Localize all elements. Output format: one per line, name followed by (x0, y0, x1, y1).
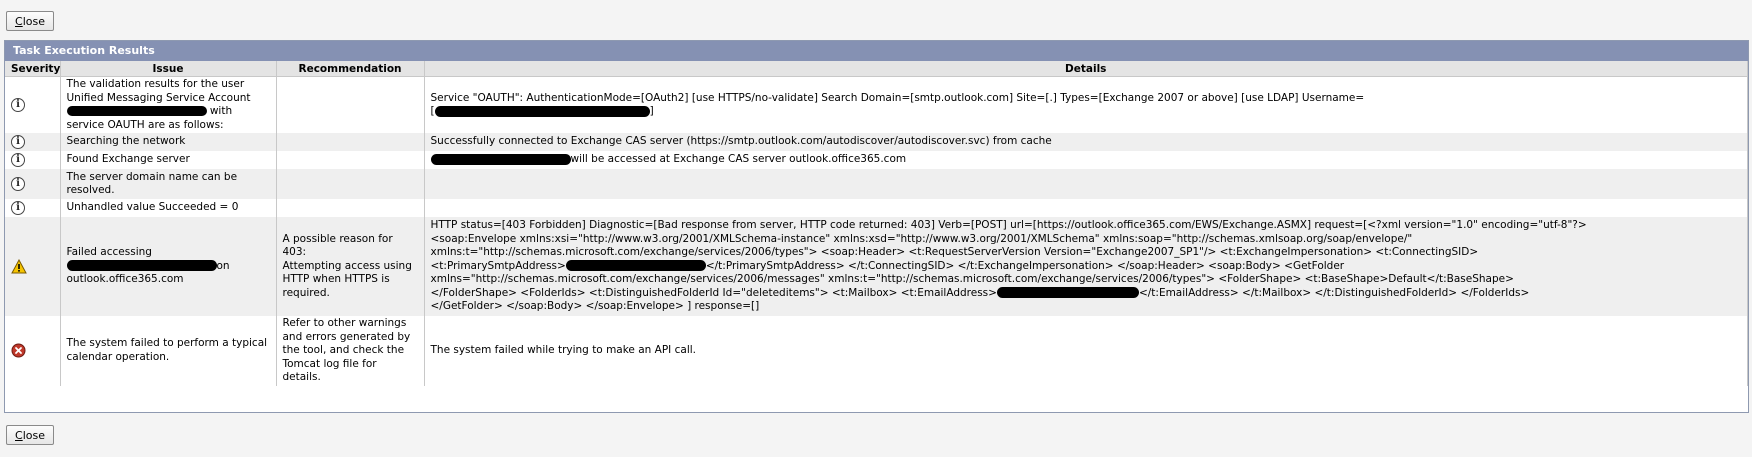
table-header-row: Severity Issue Recommendation Details (5, 61, 1748, 77)
severity-cell (5, 217, 61, 316)
recommendation-text: HTTP when HTTPS is (282, 273, 390, 286)
severity-cell: i (5, 199, 61, 217)
issue-cell: The server domain name can be resolved. (60, 169, 277, 199)
severity-cell (5, 316, 61, 386)
recommendation-cell: Refer to other warnings and errors gener… (276, 316, 425, 386)
recommendation-text: Attempting access using (282, 259, 412, 272)
details-text: ] (649, 105, 654, 117)
close-button-label: lose (22, 14, 45, 28)
close-button-label: lose (22, 428, 45, 442)
recommendation-cell (276, 76, 425, 133)
severity-cell: i (5, 169, 61, 199)
recommendation-text: Refer to other warnings (282, 317, 407, 329)
severity-cell: i (5, 133, 61, 151)
column-header-details[interactable]: Details (424, 61, 1748, 77)
issue-text: calendar operation. (66, 350, 170, 363)
issue-cell: The validation results for the user Unif… (60, 76, 277, 133)
table-row: Failed accessing on outlook.office365.co… (5, 217, 1748, 316)
issue-text: The validation results for the user (66, 78, 245, 90)
details-cell: will be accessed at Exchange CAS server … (424, 151, 1748, 169)
recommendation-cell (276, 199, 425, 217)
details-text: </t:PrimarySmtpAddress> </t:ConnectingSI… (705, 259, 1345, 272)
details-cell: HTTP status=[403 Forbidden] Diagnostic=[… (424, 217, 1748, 316)
redacted-block (430, 153, 571, 165)
error-icon (11, 343, 26, 358)
issue-cell: Searching the network (60, 133, 277, 151)
column-header-recommendation[interactable]: Recommendation (276, 61, 425, 77)
recommendation-text: required. (282, 286, 330, 299)
details-text: will be accessed at Exchange CAS server … (570, 153, 907, 166)
issue-text: The system failed to perform a typical (66, 337, 268, 350)
column-header-issue[interactable]: Issue (60, 61, 277, 77)
close-button-accesskey: C (15, 14, 23, 28)
info-icon: i (11, 135, 25, 149)
redacted-block (66, 260, 217, 272)
table-row: i The server domain name can be resolved… (5, 169, 1748, 199)
recommendation-text: the tool, and check the (282, 344, 405, 356)
redacted-block (996, 287, 1139, 299)
panel-title: Task Execution Results (5, 41, 1748, 61)
table-row: i The validation results for the user Un… (5, 76, 1748, 133)
details-cell: Service "OAUTH": AuthenticationMode=[OAu… (424, 76, 1748, 133)
issue-text: Unified Messaging Service Account (66, 91, 251, 104)
close-button-top[interactable]: Close (6, 11, 54, 31)
column-header-severity[interactable]: Severity (5, 61, 61, 77)
info-icon: i (11, 201, 25, 215)
severity-cell: i (5, 151, 61, 169)
recommendation-text: Tomcat log file for details. (282, 357, 377, 384)
details-text: xmlns:t="http://schemas.microsoft.com/ex… (430, 246, 1479, 259)
issue-text: outlook.office365.com (66, 273, 184, 286)
details-cell: The system failed while trying to make a… (424, 316, 1748, 386)
task-execution-results-panel: Task Execution Results Severity Issue Re… (4, 40, 1749, 413)
details-text: HTTP status=[403 Forbidden] Diagnostic=[… (430, 219, 1587, 232)
table-row: The system failed to perform a typical c… (5, 316, 1748, 386)
recommendation-cell (276, 151, 425, 169)
issue-text: with (209, 105, 233, 117)
details-cell (424, 199, 1748, 217)
table-row: i Searching the network Successfully con… (5, 133, 1748, 151)
recommendation-text: A possible reason for 403: (282, 232, 393, 259)
details-text: </FolderShape> <FolderIds> <t:Distinguis… (430, 286, 997, 299)
table-row: i Found Exchange server will be accessed… (5, 151, 1748, 169)
details-text: </t:EmailAddress> </t:Mailbox> </t:Disti… (1138, 286, 1530, 299)
issue-text: resolved. (66, 184, 115, 196)
details-text: Service "OAUTH": AuthenticationMode=[OAu… (430, 91, 1365, 104)
redacted-block (565, 260, 706, 272)
warning-icon (11, 259, 27, 274)
details-text: xmlns="http://schemas.microsoft.com/exch… (430, 273, 1514, 286)
severity-cell: i (5, 76, 61, 133)
info-icon: i (11, 177, 25, 191)
info-icon: i (11, 98, 25, 112)
issue-text: service OAUTH are as follows: (66, 118, 224, 131)
table-row: i Unhandled value Succeeded = 0 (5, 199, 1748, 217)
issue-text: The server domain name can be (66, 170, 238, 183)
details-text: <t:PrimarySmtpAddress> (430, 259, 566, 272)
redacted-block (434, 105, 650, 117)
results-table: Severity Issue Recommendation Details i … (5, 61, 1748, 386)
issue-cell: The system failed to perform a typical c… (60, 316, 277, 386)
issue-cell: Found Exchange server (60, 151, 277, 169)
issue-cell: Failed accessing on outlook.office365.co… (60, 217, 277, 316)
details-text: <soap:Envelope xmlns:xsi="http://www.w3.… (430, 232, 1413, 245)
info-icon: i (11, 153, 25, 167)
details-cell: Successfully connected to Exchange CAS s… (424, 133, 1748, 151)
recommendation-cell (276, 169, 425, 199)
recommendation-cell: A possible reason for 403: Attempting ac… (276, 217, 425, 316)
issue-text: Failed accessing (66, 246, 152, 259)
issue-cell: Unhandled value Succeeded = 0 (60, 199, 277, 217)
issue-text: on (216, 259, 230, 272)
details-text: </GetFolder> </soap:Body> </soap:Envelop… (430, 300, 760, 313)
details-cell (424, 169, 1748, 199)
recommendation-cell (276, 133, 425, 151)
redacted-block (66, 106, 207, 116)
close-button-bottom[interactable]: Close (6, 425, 54, 445)
details-text: [ (430, 105, 435, 117)
close-button-accesskey: C (15, 428, 23, 442)
recommendation-text: and errors generated by (282, 330, 411, 343)
